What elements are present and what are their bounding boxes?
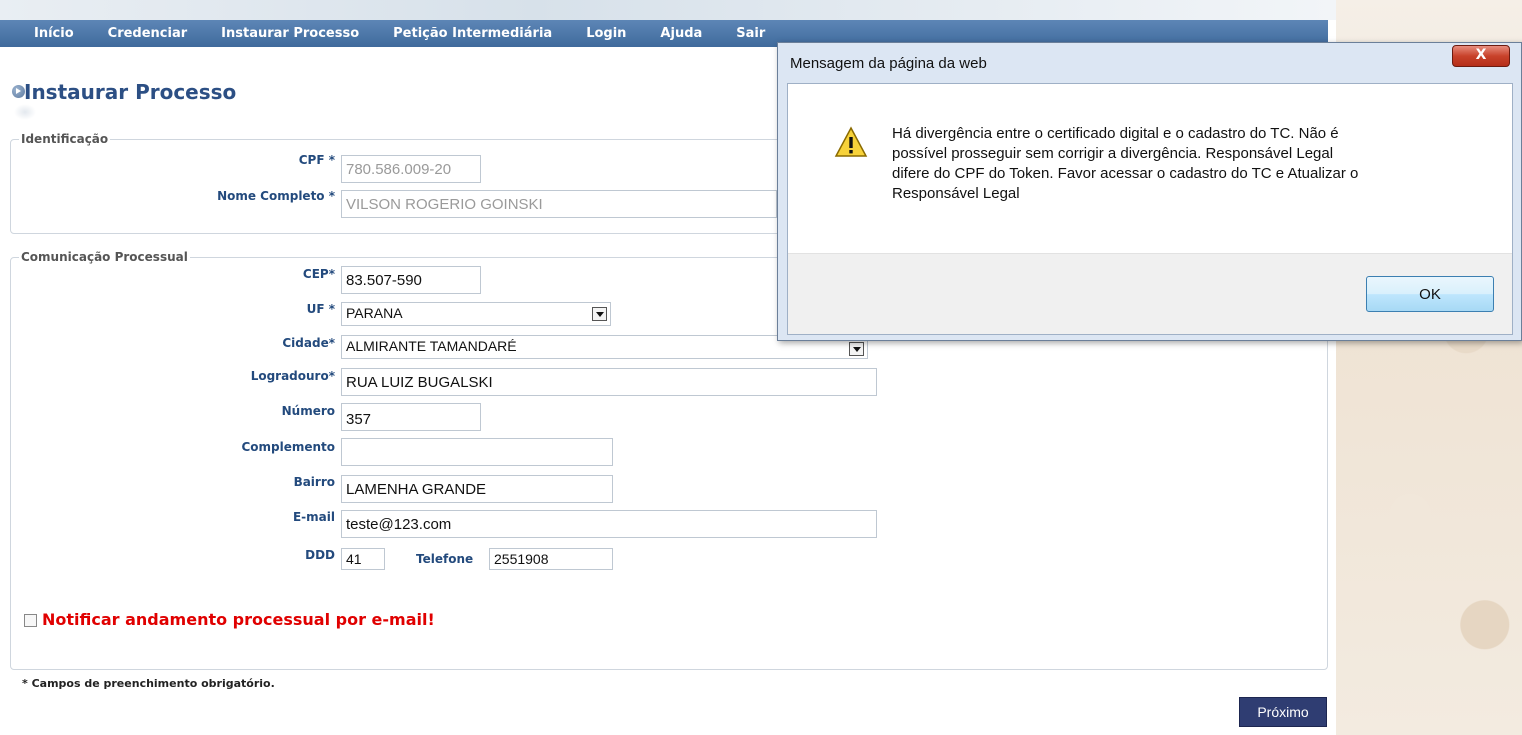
nav-inicio[interactable]: Início [34,26,74,41]
nav-ajuda[interactable]: Ajuda [660,26,702,41]
bairro-field[interactable]: LAMENHA GRANDE [341,475,613,503]
numero-label: Número [281,404,335,418]
cpf-field[interactable]: 780.586.009-20 [341,155,481,183]
chevron-down-icon[interactable] [592,307,607,321]
header-banner [0,0,1336,20]
dialog-title: Mensagem da página da web [790,55,987,72]
nav-sair[interactable]: Sair [736,26,765,41]
page-title: Instaurar Processo [24,80,237,104]
message-dialog: Mensagem da página da web X Há divergênc… [777,42,1522,341]
title-decoration [14,104,36,120]
cidade-label: Cidade* [282,336,335,350]
ddd-label: DDD [305,548,335,562]
chevron-down-icon[interactable] [849,342,864,356]
complemento-field[interactable] [341,438,613,466]
logradouro-label: Logradouro* [250,369,335,383]
cep-field[interactable]: 83.507-590 [341,266,481,294]
uf-label: UF * [306,302,335,316]
nav-instaurar-processo[interactable]: Instaurar Processo [221,26,359,41]
cpf-label: CPF * [298,153,335,167]
nav-peticao-intermediaria[interactable]: Petição Intermediária [393,26,552,41]
dialog-message: Há divergência entre o certificado digit… [892,125,1359,202]
ddd-field[interactable]: 41 [341,548,385,570]
warning-icon [834,126,868,161]
notify-label[interactable]: Notificar andamento processual por e-mai… [42,610,435,629]
uf-value: PARANA [346,305,403,321]
identificacao-legend: Identificação [21,132,109,146]
notify-checkbox[interactable] [24,614,37,627]
numero-field[interactable]: 357 [341,403,481,431]
ok-button[interactable]: OK [1366,276,1494,312]
nav-login[interactable]: Login [586,26,626,41]
nome-label: Nome Completo * [217,189,335,203]
uf-select[interactable]: PARANA [341,302,611,326]
email-field[interactable]: teste@123.com [341,510,877,538]
telefone-field[interactable]: 2551908 [489,548,613,570]
nav-credenciar[interactable]: Credenciar [108,26,188,41]
comunicacao-legend: Comunicação Processual [21,250,188,264]
close-button[interactable]: X [1452,45,1510,67]
cidade-value: ALMIRANTE TAMANDARÉ [346,338,517,354]
nome-field[interactable]: VILSON ROGERIO GOINSKI [341,190,777,218]
logradouro-field[interactable]: RUA LUIZ BUGALSKI [341,368,877,396]
required-note: * Campos de preenchimento obrigatório. [22,677,275,690]
next-button[interactable]: Próximo [1239,697,1327,727]
bairro-label: Bairro [293,475,335,489]
telefone-label: Telefone [416,552,474,566]
complemento-label: Complemento [241,440,335,454]
cep-label: CEP* [302,267,335,281]
email-label: E-mail [292,510,335,524]
